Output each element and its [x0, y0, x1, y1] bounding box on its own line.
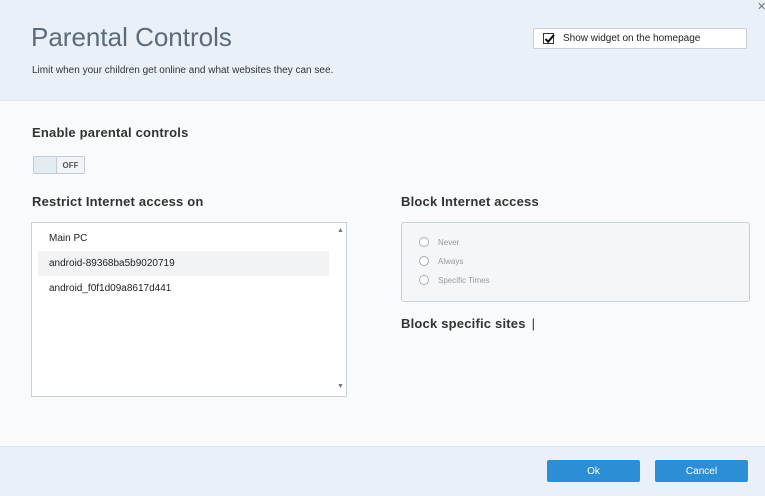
- list-item[interactable]: android-89368ba5b9020719: [38, 251, 329, 276]
- show-widget-checkbox[interactable]: [543, 33, 555, 44]
- toggle-knob: [34, 157, 57, 173]
- radio-specific-times[interactable]: Specific Times: [419, 275, 490, 285]
- device-list[interactable]: Main PC android-89368ba5b9020719 android…: [31, 222, 347, 397]
- show-widget-checkbox-row[interactable]: Show widget on the homepage: [533, 28, 747, 49]
- list-item[interactable]: Main PC: [38, 226, 329, 251]
- page-title: Parental Controls: [31, 22, 232, 52]
- radio-button[interactable]: [419, 256, 429, 266]
- parental-controls-toggle[interactable]: OFF: [33, 156, 85, 174]
- scroll-down-icon[interactable]: ▼: [337, 383, 344, 390]
- footer: [0, 446, 765, 496]
- restrict-access-title: Restrict Internet access on: [32, 194, 204, 209]
- radio-label: Always: [438, 256, 464, 266]
- radio-label: Never: [438, 237, 460, 247]
- close-icon[interactable]: ✕: [757, 2, 765, 13]
- ok-button[interactable]: Ok: [547, 460, 640, 482]
- block-sites-label: Block specific sites: [401, 316, 526, 331]
- block-specific-sites-title: Block specific sites |: [401, 316, 535, 331]
- radio-button[interactable]: [419, 237, 429, 247]
- radio-label: Specific Times: [438, 275, 490, 285]
- cancel-button[interactable]: Cancel: [655, 460, 748, 482]
- block-internet-access-title: Block Internet access: [401, 194, 539, 209]
- checkmark-icon: [544, 34, 555, 44]
- enable-parental-controls-title: Enable parental controls: [32, 125, 189, 140]
- radio-never[interactable]: Never: [419, 237, 459, 247]
- radio-button[interactable]: [419, 275, 429, 285]
- toggle-state-label: OFF: [57, 157, 84, 173]
- list-item[interactable]: android_f0f1d09a8617d441: [38, 276, 329, 301]
- show-widget-label: Show widget on the homepage: [563, 33, 701, 44]
- page-subtitle: Limit when your children get online and …: [32, 65, 334, 76]
- radio-always[interactable]: Always: [419, 256, 463, 266]
- block-access-options: Never Always Specific Times: [401, 222, 750, 302]
- text-cursor: |: [531, 316, 536, 331]
- scroll-up-icon[interactable]: ▲: [337, 227, 344, 234]
